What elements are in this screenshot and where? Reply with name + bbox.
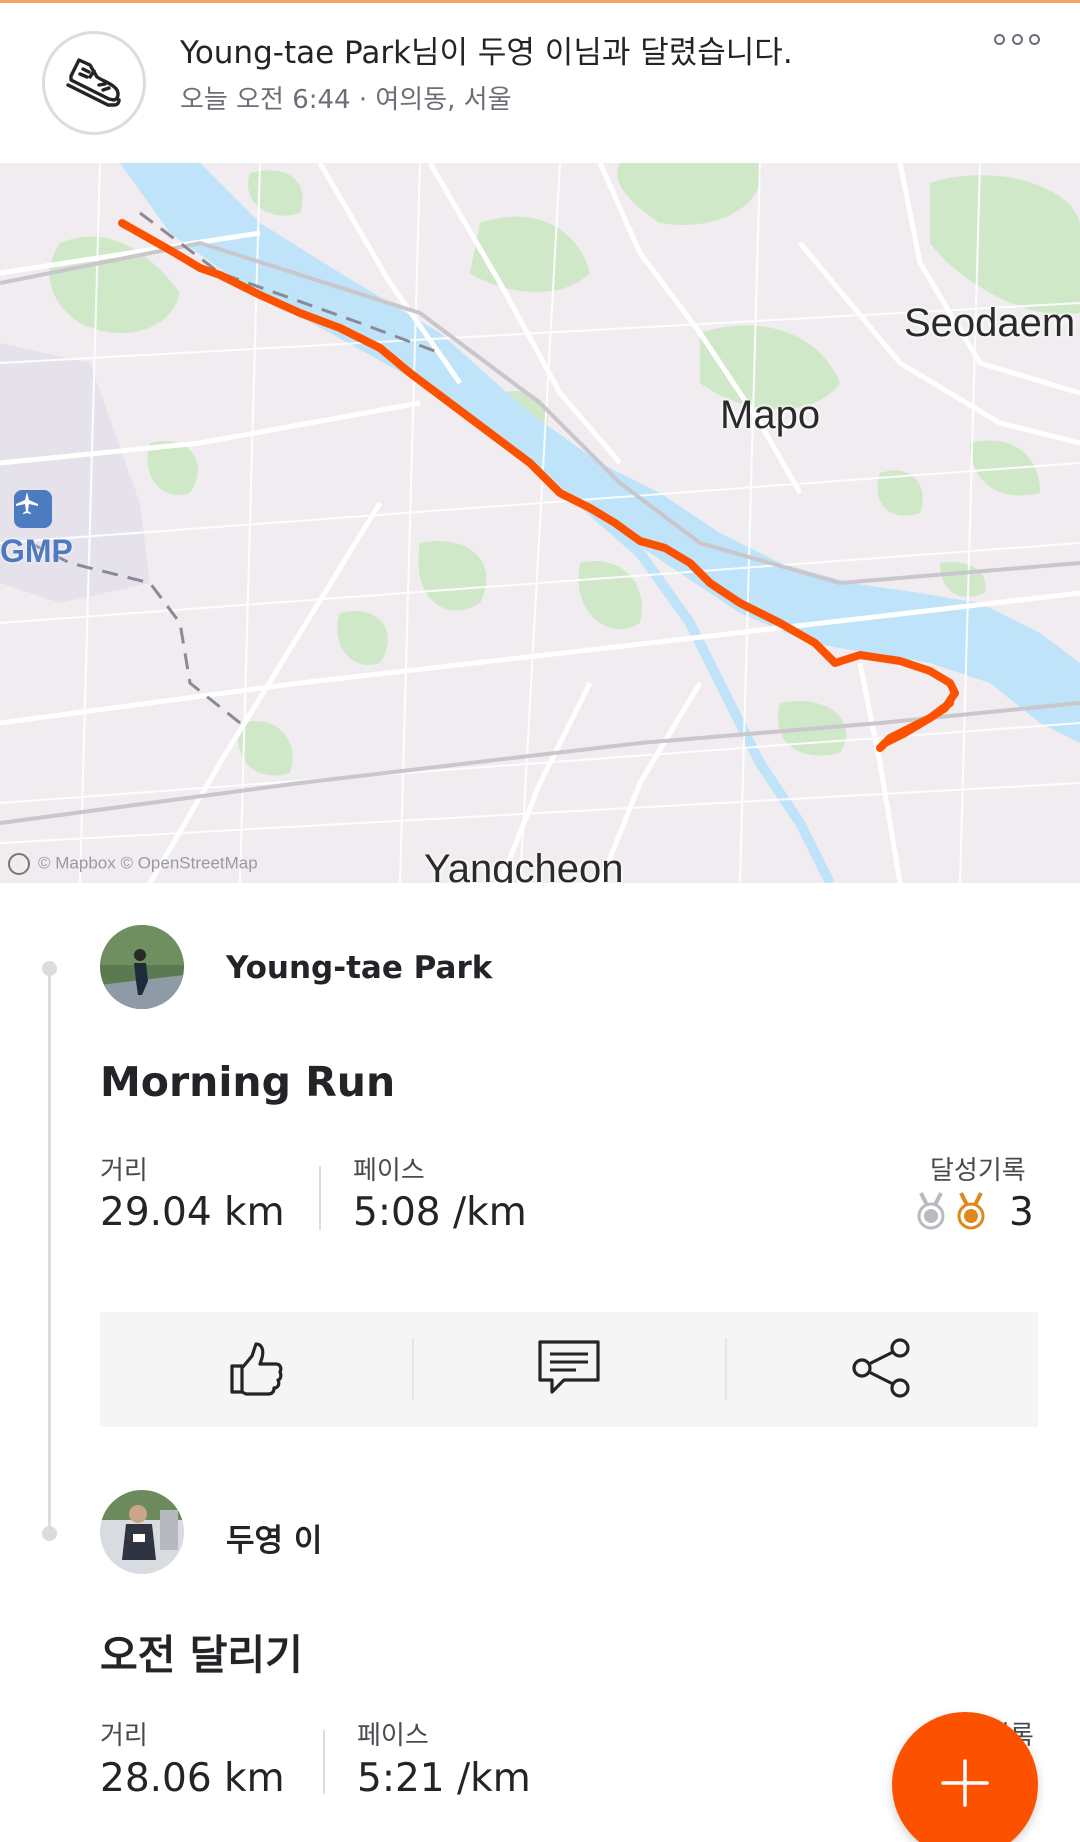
share-button[interactable] <box>726 1312 1038 1427</box>
feed-entry-time-location: 오늘 오전 6:44 · 여의동, 서울 <box>180 85 512 115</box>
more-options-icon[interactable] <box>994 29 1040 49</box>
distance-value: 29.04 km <box>100 1190 285 1235</box>
pace-label: 페이스 <box>357 1721 429 1751</box>
pace-label: 페이스 <box>353 1156 425 1186</box>
map-label-gmp: GMP <box>0 533 73 569</box>
map-label-seodaemun: Seodaem <box>904 301 1076 345</box>
airplane-icon <box>14 490 52 528</box>
silver-medal-icon <box>915 1191 947 1235</box>
map-label-yangcheon: Yangcheon <box>424 847 624 883</box>
feed-entry-title[interactable]: Young-tae Park님이 두영 이님과 달렸습니다. <box>180 27 793 72</box>
map-attribution[interactable]: © Mapbox © OpenStreetMap <box>8 853 258 875</box>
comment-button[interactable] <box>413 1312 725 1427</box>
avatar[interactable] <box>100 925 184 1009</box>
stat-divider <box>323 1730 325 1794</box>
shoe-icon <box>63 50 125 116</box>
activity-title[interactable]: Morning Run <box>100 1058 395 1106</box>
pace-value: 5:08 /km <box>353 1190 527 1235</box>
activity-title[interactable]: 오전 달리기 <box>100 1621 303 1681</box>
avatar[interactable] <box>100 1490 184 1574</box>
plus-icon <box>937 1755 993 1815</box>
distance-label: 거리 <box>100 1721 148 1751</box>
activity-type-badge <box>42 31 146 135</box>
route-line <box>118 219 959 752</box>
athlete-name[interactable]: Young-tae Park <box>226 950 492 986</box>
timeline-dot <box>42 961 57 976</box>
feed-entry-header: Young-tae Park님이 두영 이님과 달렸습니다. 오늘 오전 6:4… <box>0 3 1080 163</box>
map-label-mapo: Mapo <box>720 393 821 437</box>
group-timeline-line <box>48 968 51 1534</box>
kudos-button[interactable] <box>100 1312 412 1427</box>
comment-icon <box>536 1338 602 1402</box>
distance-label: 거리 <box>100 1156 148 1186</box>
activity-actions-bar <box>100 1312 1038 1427</box>
pace-value: 5:21 /km <box>357 1756 531 1801</box>
achievements[interactable]: 3 <box>915 1190 1034 1235</box>
map-canvas <box>0 163 1080 883</box>
bronze-medal-icon <box>955 1191 987 1235</box>
timeline-dot <box>42 1526 57 1541</box>
thumbs-up-icon <box>224 1336 288 1404</box>
stat-divider <box>319 1166 321 1230</box>
distance-value: 28.06 km <box>100 1756 285 1801</box>
mapbox-logo-icon <box>8 853 30 875</box>
route-map[interactable]: Seodaem Mapo Yangcheon GMP © Mapbox © Op… <box>0 163 1080 883</box>
athlete-name[interactable]: 두영 이 <box>226 1515 322 1560</box>
achievements-label: 달성기록 <box>930 1156 1026 1186</box>
share-icon <box>850 1336 914 1404</box>
achievements-count: 3 <box>1009 1190 1034 1235</box>
